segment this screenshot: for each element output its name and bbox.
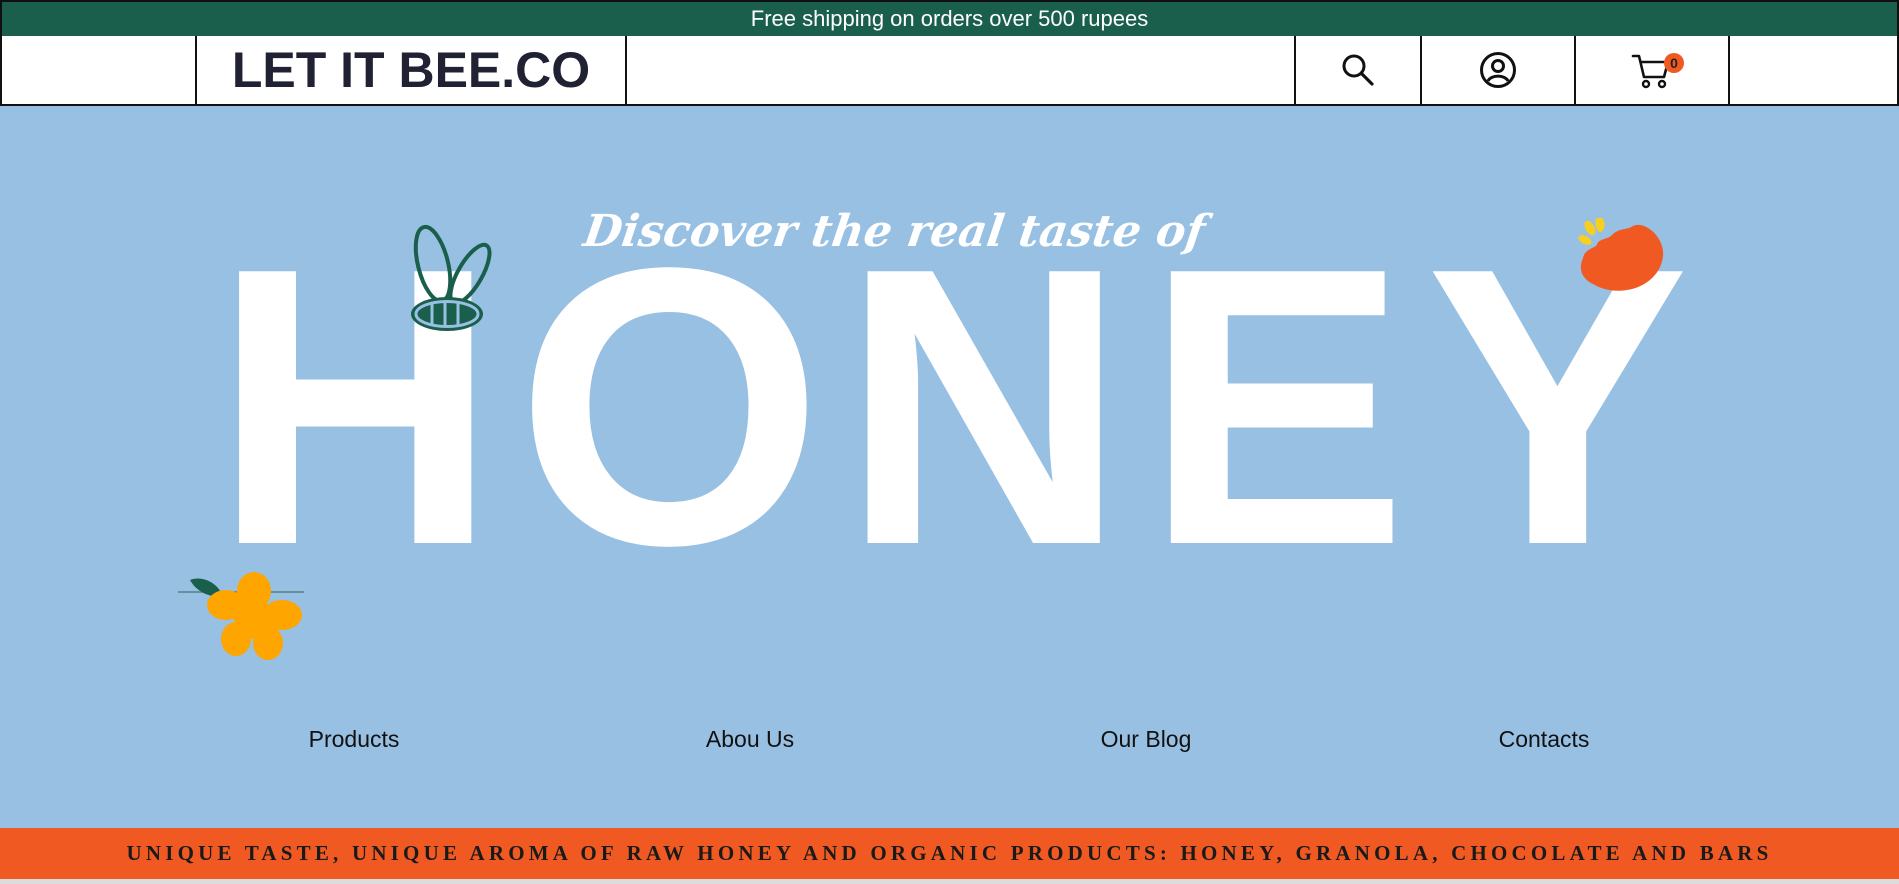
logo-cell: LET IT BEE.CO [197,36,625,104]
promo-ribbon: UNIQUE TASTE, UNIQUE AROMA OF RAW HONEY … [0,828,1899,879]
bee-icon [411,224,492,331]
nav-item-contacts[interactable]: Contacts [1499,726,1590,753]
account-button[interactable] [1422,36,1574,104]
main-nav: Products Abou Us Our Blog Contacts [0,726,1899,766]
nav-item-about-us[interactable]: Abou Us [706,726,794,753]
header-divider [1728,36,1730,104]
promo-ribbon-text: UNIQUE TASTE, UNIQUE AROMA OF RAW HONEY … [126,841,1773,865]
cart-button[interactable]: 0 [1576,36,1728,104]
nav-item-products[interactable]: Products [309,726,400,753]
site-header: LET IT BEE.CO 0 [0,36,1899,106]
nav-item-our-blog[interactable]: Our Blog [1101,726,1192,753]
announcement-text: Free shipping on orders over 500 rupees [750,6,1149,31]
site-logo[interactable]: LET IT BEE.CO [232,41,590,99]
header-divider [625,36,627,104]
user-circle-icon [1480,52,1516,88]
hero-section: Discover the real taste of HONEY Product… [0,106,1899,828]
cart-count-badge: 0 [1664,53,1684,73]
announcement-bar: Free shipping on orders over 500 rupees [0,0,1899,36]
search-button[interactable] [1296,36,1420,104]
search-icon [1342,54,1374,86]
yellow-flower-icon [178,572,304,660]
red-flower-icon [1578,218,1664,291]
